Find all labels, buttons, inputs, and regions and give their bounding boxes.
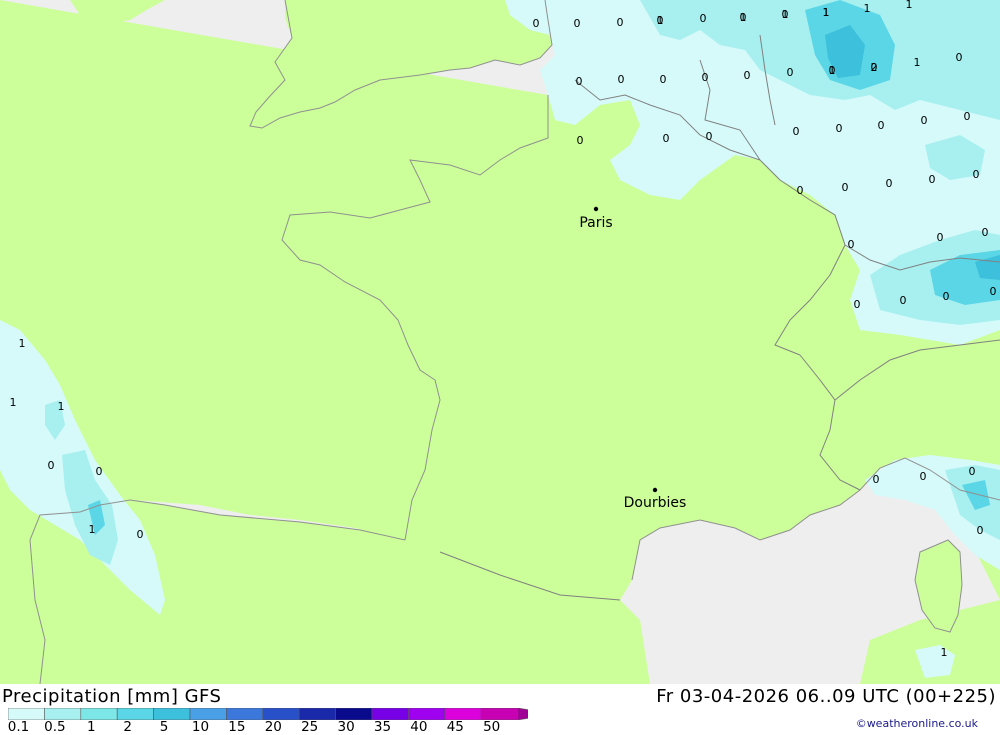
precip-value-label: 0 [533, 17, 540, 30]
precip-value-label: 0 [873, 473, 880, 486]
precip-value-label: 0 [854, 298, 861, 311]
city-marker-dourbies [652, 487, 658, 493]
precip-value-label: 0 [617, 16, 624, 29]
precip-value-label: 0 [842, 181, 849, 194]
precip-value-label: 0 [48, 459, 55, 472]
map-footer: Precipitation [mm] GFS Fr 03-04-2026 06.… [0, 684, 1000, 735]
city-label-paris: Paris [579, 215, 612, 231]
precip-value-label: 0 [574, 17, 581, 30]
precip-value-label: 0 [829, 64, 836, 77]
precip-value-label: 1 [58, 400, 65, 413]
precip-value-label: 0 [657, 14, 664, 27]
precip-value-label: 1 [10, 396, 17, 409]
precip-value-label: 0 [937, 231, 944, 244]
precip-value-label: 0 [900, 294, 907, 307]
precip-value-label: 0 [977, 524, 984, 537]
precip-value-label: 0 [576, 75, 583, 88]
precip-value-label: 0 [700, 12, 707, 25]
precip-value-label: 1 [906, 0, 913, 11]
precip-value-label: 0 [618, 73, 625, 86]
city-marker-paris [593, 206, 599, 212]
precip-value-label: 0 [964, 110, 971, 123]
precip-value-label: 1 [941, 646, 948, 659]
precip-value-label: 1 [823, 6, 830, 19]
precipitation-map: 0 0 0 1 0 1 1 1 1 10 0 0 0 0 0 1 2 1 00 0 0 0 0 0 0 00 0 0 0 000 00 0 0 0… [0, 0, 1000, 684]
precip-value-label: 0 [96, 465, 103, 478]
precip-value-label: 0 [969, 465, 976, 478]
precip-value-label: 0 [929, 173, 936, 186]
precip-value-label: 0 [848, 238, 855, 251]
precip-value-label: 0 [920, 470, 927, 483]
legend-swatch [517, 708, 528, 720]
precip-value-label: 0 [660, 73, 667, 86]
credit-link[interactable]: weatheronline.co.uk [856, 717, 978, 730]
precip-value-label: 0 [921, 114, 928, 127]
precip-value-label: 0 [871, 61, 878, 74]
precip-value-label: 0 [886, 177, 893, 190]
precip-value-label: 1 [19, 337, 26, 350]
precip-value-label: 0 [706, 130, 713, 143]
precip-value-label: 1 [89, 523, 96, 536]
precip-value-label: 0 [740, 11, 747, 24]
precip-value-label: 0 [744, 69, 751, 82]
precip-value-label: 1 [914, 56, 921, 69]
map-title: Precipitation [mm] GFS [2, 686, 222, 707]
precip-value-label: 0 [973, 168, 980, 181]
precip-value-label: 0 [702, 71, 709, 84]
precip-value-label: 0 [577, 134, 584, 147]
precip-value-label: 0 [943, 290, 950, 303]
precip-value-label: 0 [797, 184, 804, 197]
precip-value-label: 0 [878, 119, 885, 132]
precip-value-label: 0 [836, 122, 843, 135]
precip-value-label: 0 [982, 226, 989, 239]
precip-value-label: 0 [787, 66, 794, 79]
precip-value-label: 0 [137, 528, 144, 541]
precip-value-label: 0 [663, 132, 670, 145]
forecast-run-info: Fr 03-04-2026 06..09 UTC (00+225) [656, 686, 996, 707]
precip-value-label: 0 [990, 285, 997, 298]
precip-value-label: 0 [793, 125, 800, 138]
city-label-dourbies: Dourbies [624, 495, 687, 511]
precip-value-label: 1 [864, 2, 871, 15]
precip-value-label: 0 [956, 51, 963, 64]
precip-value-label: 0 [782, 8, 789, 21]
